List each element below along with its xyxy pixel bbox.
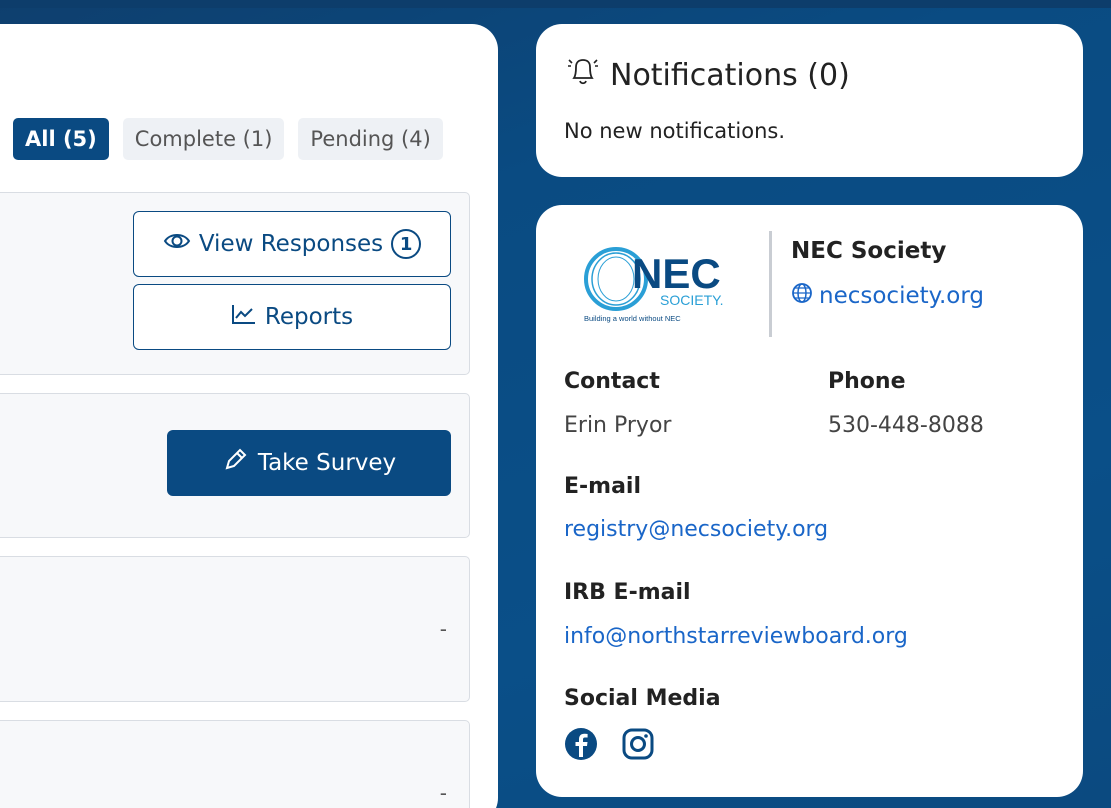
take-survey-button[interactable]: Take Survey xyxy=(167,430,451,496)
social-media-label: Social Media xyxy=(564,686,721,711)
filter-all-tab[interactable]: All (5) xyxy=(13,118,109,160)
chart-line-icon xyxy=(231,303,257,331)
survey-card: - xyxy=(0,556,470,702)
empty-value-dash: - xyxy=(439,781,447,805)
filter-complete-label: Complete (1) xyxy=(134,127,273,151)
notifications-panel: Notifications (0) No new notifications. xyxy=(536,24,1083,177)
eye-icon xyxy=(163,231,191,257)
facebook-icon[interactable] xyxy=(564,727,598,765)
responses-count-badge: 1 xyxy=(391,229,422,259)
email-link[interactable]: registry@necsociety.org xyxy=(564,517,828,542)
irb-email-link[interactable]: info@northstarreviewboard.org xyxy=(564,624,908,649)
bell-icon xyxy=(564,54,602,96)
filter-all-label: All (5) xyxy=(25,127,97,151)
contact-value: Erin Pryor xyxy=(564,413,672,438)
svg-text:NEC: NEC xyxy=(632,250,721,297)
instagram-icon[interactable] xyxy=(622,728,654,764)
globe-icon xyxy=(791,282,813,310)
phone-value: 530-448-8088 xyxy=(828,413,984,438)
filter-pending-tab[interactable]: Pending (4) xyxy=(298,118,443,160)
reports-label: Reports xyxy=(264,304,354,330)
survey-card: View Responses 1 Reports xyxy=(0,192,470,375)
top-strip xyxy=(0,0,1111,8)
take-survey-label: Take Survey xyxy=(257,450,397,476)
social-media-links xyxy=(564,727,654,765)
pencil-icon xyxy=(222,447,248,479)
notifications-header: Notifications (0) xyxy=(564,54,850,96)
logo-divider xyxy=(769,231,772,337)
filter-bar: All (5) Complete (1) Pending (4) xyxy=(13,118,443,162)
nec-society-logo: NEC SOCIETY. Building a world without NE… xyxy=(580,243,740,325)
svg-text:Building a world without NEC: Building a world without NEC xyxy=(584,314,681,323)
svg-text:SOCIETY.: SOCIETY. xyxy=(660,292,724,308)
email-label: E-mail xyxy=(564,474,642,499)
filter-pending-label: Pending (4) xyxy=(310,127,431,151)
organization-panel: NEC SOCIETY. Building a world without NE… xyxy=(536,205,1083,797)
organization-name: NEC Society xyxy=(791,238,947,264)
organization-website-link[interactable]: necsociety.org xyxy=(791,282,984,310)
notifications-empty-text: No new notifications. xyxy=(564,119,786,143)
survey-card: Take Survey xyxy=(0,393,470,538)
phone-label: Phone xyxy=(828,369,906,394)
view-responses-label: View Responses xyxy=(198,231,384,257)
reports-button[interactable]: Reports xyxy=(133,284,451,350)
filter-complete-tab[interactable]: Complete (1) xyxy=(122,118,285,160)
empty-value-dash: - xyxy=(439,617,447,641)
survey-card: - xyxy=(0,720,470,808)
notifications-title: Notifications (0) xyxy=(610,57,850,93)
irb-email-label: IRB E-mail xyxy=(564,580,691,605)
organization-website-text: necsociety.org xyxy=(819,283,984,309)
view-responses-button[interactable]: View Responses 1 xyxy=(133,211,451,277)
contact-label: Contact xyxy=(564,369,660,394)
surveys-panel: All (5) Complete (1) Pending (4) View Re… xyxy=(0,24,498,808)
